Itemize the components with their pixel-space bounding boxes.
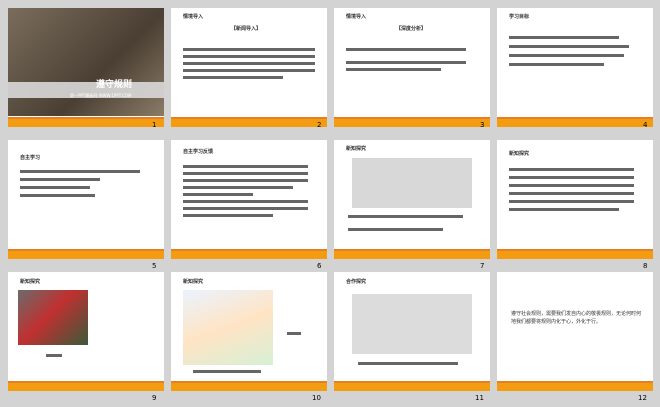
slide-number: 10 bbox=[312, 394, 321, 402]
slide-number: 6 bbox=[317, 262, 322, 270]
slide-heading: 新知探究 bbox=[509, 151, 530, 157]
slide-5[interactable]: 自主学习 bbox=[8, 140, 164, 259]
slide-3[interactable]: 情境导入 【深度分析】 bbox=[334, 8, 490, 127]
slide-number: 7 bbox=[480, 262, 485, 270]
photo-image bbox=[18, 290, 88, 345]
slide-2[interactable]: 情境导入 【新闻导入】 bbox=[171, 8, 327, 127]
slide-heading: 自主学习 bbox=[20, 155, 41, 161]
slide-8[interactable]: 新知探究 bbox=[497, 140, 653, 259]
abacus-image bbox=[8, 8, 164, 116]
comic-image bbox=[352, 158, 472, 208]
slide-box: 【新闻导入】 bbox=[231, 26, 262, 32]
slide-6[interactable]: 自主学习反馈 bbox=[171, 140, 327, 259]
slide-heading: 情境导入 bbox=[346, 14, 367, 20]
slide-number: 4 bbox=[643, 121, 648, 129]
slide-number: 11 bbox=[475, 394, 484, 402]
slide-subtitle: 第一PPT模板网-WWW.1PPT.COM bbox=[70, 93, 132, 98]
slide-box: 【深度分析】 bbox=[396, 26, 427, 32]
slide-10[interactable]: 新知探究 bbox=[171, 272, 327, 391]
slide-number: 5 bbox=[152, 262, 157, 270]
slide-1[interactable]: 遵守规则 第一PPT模板网-WWW.1PPT.COM bbox=[8, 8, 164, 127]
slide-body: 遵守社会规则，需要我们发自内心的敬畏规则，无论何时何地我们都要将规则内化于心，外… bbox=[511, 311, 642, 325]
slide-4[interactable]: 学习目标 bbox=[497, 8, 653, 127]
slide-7[interactable]: 新知探究 bbox=[334, 140, 490, 259]
slide-number: 9 bbox=[152, 394, 157, 402]
slide-11[interactable]: 合作探究 bbox=[334, 272, 490, 391]
illustration-image bbox=[352, 294, 472, 354]
slide-number: 2 bbox=[317, 121, 322, 129]
cartoon-image bbox=[183, 290, 273, 365]
slide-number: 1 bbox=[152, 121, 157, 129]
slide-heading: 新知探究 bbox=[346, 146, 367, 152]
slide-number: 8 bbox=[643, 262, 648, 270]
slide-heading: 自主学习反馈 bbox=[183, 149, 214, 155]
slide-9[interactable]: 新知探究 bbox=[8, 272, 164, 391]
slide-number: 3 bbox=[480, 121, 485, 129]
slide-heading: 新知探究 bbox=[183, 279, 204, 285]
slide-heading: 新知探究 bbox=[20, 279, 41, 285]
slide-heading: 情境导入 bbox=[183, 14, 204, 20]
slide-heading: 学习目标 bbox=[509, 14, 530, 20]
slide-title: 遵守规则 bbox=[96, 80, 133, 90]
slide-heading: 合作探究 bbox=[346, 279, 367, 285]
slide-12[interactable]: 遵守社会规则，需要我们发自内心的敬畏规则，无论何时何地我们都要将规则内化于心，外… bbox=[497, 272, 653, 391]
slide-number: 12 bbox=[638, 394, 647, 402]
